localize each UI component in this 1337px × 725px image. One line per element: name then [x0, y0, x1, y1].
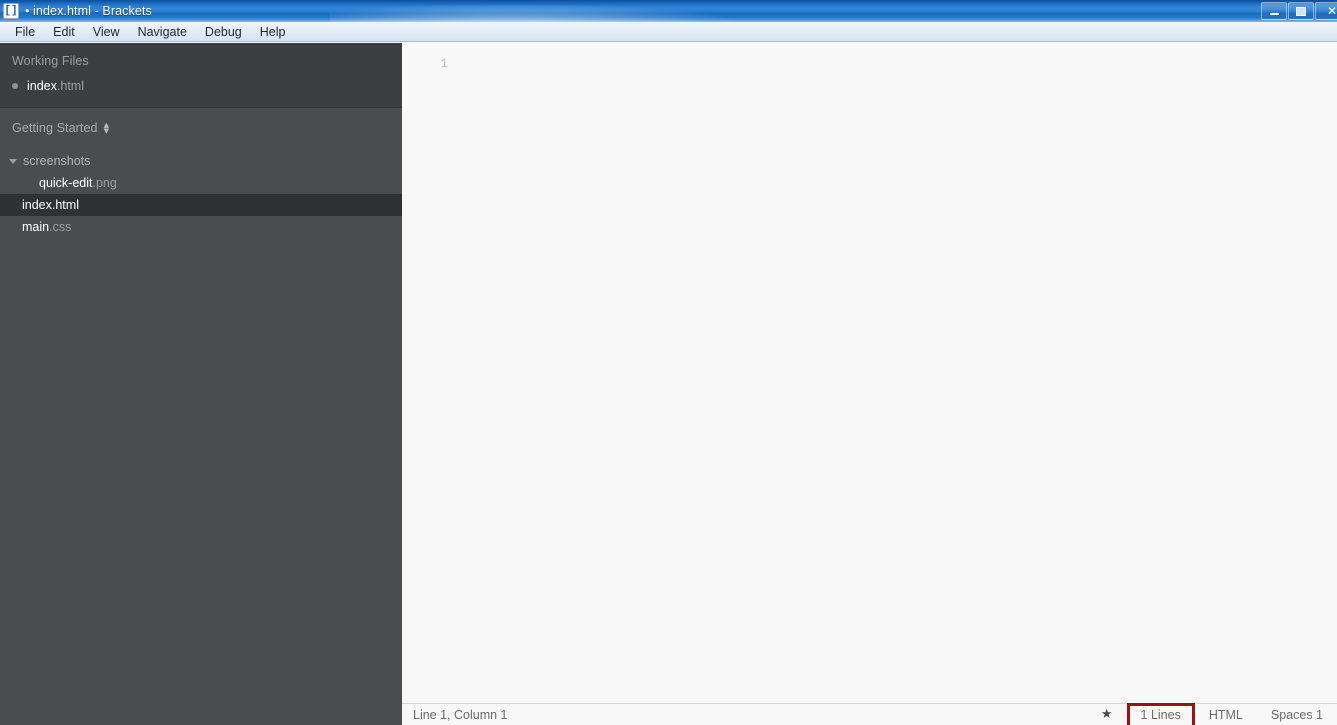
indent-selector[interactable]: Spaces 1: [1257, 704, 1337, 725]
language-selector[interactable]: HTML: [1195, 704, 1257, 725]
close-icon: ✕: [1326, 4, 1337, 18]
code-editor[interactable]: 1: [402, 43, 1337, 703]
restore-icon: [1296, 6, 1306, 16]
tree-file-name: quick-edit: [39, 176, 93, 190]
lint-status-button[interactable]: ★: [1087, 704, 1127, 725]
menu-item-debug[interactable]: Debug: [196, 23, 251, 41]
menu-item-view[interactable]: View: [84, 23, 129, 41]
tree-folder-label: screenshots: [23, 154, 91, 168]
status-bar-right: ★ 1 Lines HTML Spaces 1: [1087, 702, 1337, 725]
unsaved-dot-icon: [12, 83, 18, 89]
tree-file-ext: .png: [92, 176, 117, 190]
chevron-down-icon: [9, 158, 17, 164]
tree-file-name: index.html: [22, 198, 79, 212]
menu-item-help[interactable]: Help: [251, 23, 295, 41]
window-title: • index.html - Brackets: [25, 4, 152, 18]
gutter-line-number: 1: [440, 57, 448, 71]
working-file-name: index: [27, 79, 57, 93]
project-dropdown[interactable]: Getting Started ▲ ▼: [0, 118, 402, 138]
tree-file-main-css[interactable]: main .css: [0, 216, 402, 238]
working-files-panel: Working Files index .html: [0, 43, 402, 108]
tree-file-name: main: [22, 220, 50, 234]
minimize-button[interactable]: [1261, 2, 1287, 20]
star-icon: ★: [1100, 707, 1113, 722]
close-button[interactable]: ✕: [1315, 2, 1337, 20]
line-count: 1 Lines: [1126, 702, 1195, 725]
tree-folder-screenshots[interactable]: screenshots: [0, 150, 402, 172]
project-name: Getting Started: [12, 121, 98, 135]
working-file-ext: .html: [56, 79, 84, 93]
cursor-position: Line 1, Column 1: [413, 707, 508, 722]
project-panel: Getting Started ▲ ▼ screenshots quick-edi…: [0, 108, 402, 238]
menu-item-navigate[interactable]: Navigate: [129, 23, 196, 41]
tree-file-index-html[interactable]: index.html: [0, 194, 402, 216]
tree-file-quick-edit-png[interactable]: quick-edit .png: [0, 172, 402, 194]
file-tree: screenshots quick-edit .png index.html ma…: [0, 150, 402, 238]
status-bar: Line 1, Column 1 ★ 1 Lines HTML Spaces 1: [402, 702, 1337, 725]
window-title-bar: [] • index.html - Brackets ✕: [0, 0, 1337, 22]
brackets-icon: []: [3, 3, 19, 19]
menu-item-edit[interactable]: Edit: [44, 23, 84, 41]
line-count-label: 1 Lines: [1140, 707, 1181, 722]
working-file-item-index-html[interactable]: index .html: [0, 76, 402, 96]
menu-item-file[interactable]: File: [6, 23, 44, 41]
restore-button[interactable]: [1288, 2, 1314, 20]
brackets-window: [] • index.html - Brackets ✕ File Edit V…: [0, 0, 1337, 725]
window-controls: ✕: [1260, 1, 1337, 21]
menu-bar: File Edit View Navigate Debug Help: [0, 22, 1337, 42]
sidebar-bottom-filler: [0, 703, 402, 725]
chevron-updown-icon: ▲ ▼: [103, 121, 110, 135]
sidebar: Working Files index .html Getting Started…: [0, 43, 402, 725]
minimize-icon: [1269, 13, 1279, 15]
tree-file-ext: .css: [49, 220, 72, 234]
working-files-title: Working Files: [12, 54, 89, 68]
